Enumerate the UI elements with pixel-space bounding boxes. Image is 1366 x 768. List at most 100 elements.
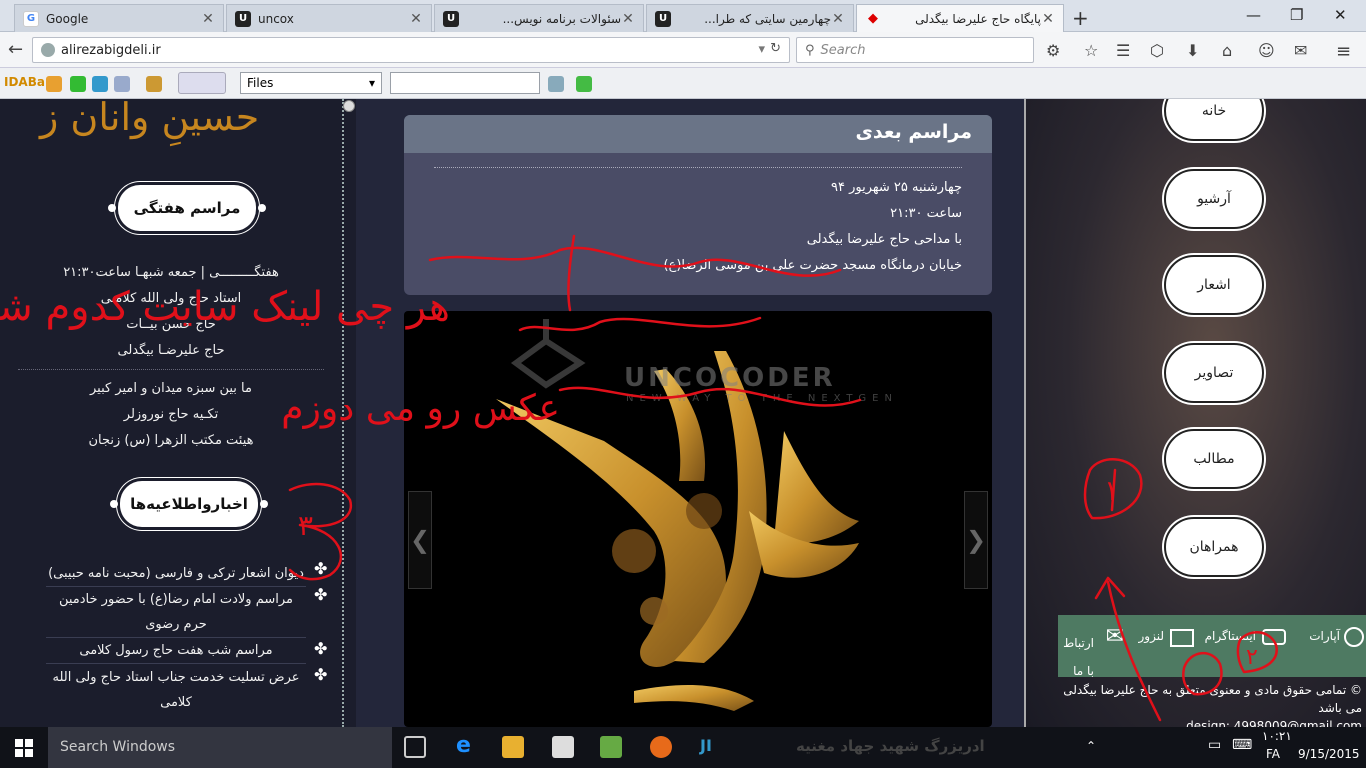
- windows-logo-icon: [15, 738, 33, 757]
- toolbar-search-input[interactable]: [390, 72, 540, 94]
- home-icon[interactable]: ⌂: [1222, 41, 1232, 60]
- hello-icon[interactable]: ☺: [1258, 41, 1275, 60]
- menu-item-home[interactable]: خانه: [1164, 99, 1264, 141]
- search-placeholder: Search: [820, 42, 866, 58]
- image-slider: UNCOCODER NEW WAY TO THE NEXTGEN ❮ ❯: [404, 311, 992, 727]
- tab-questions[interactable]: U سئوالات برنامه نویس... ✕: [434, 4, 644, 32]
- copyright-line: © تمامی حقوق مادی و معنوی متعلق به حاج ع…: [1063, 683, 1362, 715]
- tray-up-icon[interactable]: ⌃: [1086, 739, 1096, 753]
- restore-icon[interactable]: ❐: [1290, 6, 1303, 24]
- tab-title: Google: [46, 11, 89, 26]
- news-item[interactable]: دیوان اشعار ترکی و فارسی (محبت نامه حبیب…: [46, 561, 306, 587]
- social-aparat[interactable]: آپارات: [1309, 629, 1340, 643]
- event-date: چهارشنبه ۲۵ شهریور ۹۴: [831, 180, 962, 195]
- tab-google[interactable]: G Google ✕: [14, 4, 224, 32]
- time-text: ۱۰:۲۱: [1262, 729, 1292, 743]
- menu-item-images[interactable]: تصاویر: [1164, 343, 1264, 403]
- social-lenzor[interactable]: لنزور: [1139, 629, 1165, 643]
- tab-bigdeli[interactable]: ◆ پایگاه حاج علیرضا بیگدلی ✕: [856, 4, 1064, 32]
- venue-line: هیئت مکتب الزهرا (س) زنجان: [88, 433, 254, 448]
- reload-icon[interactable]: ↻: [770, 41, 781, 56]
- ji-app-icon[interactable]: JI: [700, 736, 722, 758]
- download-arrow-icon[interactable]: [576, 76, 592, 92]
- news-item[interactable]: مراسم شب هفت حاج رسول کلامی: [46, 638, 306, 664]
- close-icon[interactable]: ✕: [201, 11, 215, 27]
- tab-fourth-site[interactable]: U چهارمین سایتی که طرا... ✕: [646, 4, 854, 32]
- menu-item-archive[interactable]: آرشیو: [1164, 169, 1264, 229]
- add-icon[interactable]: [70, 76, 86, 92]
- task-view-icon[interactable]: [404, 736, 426, 758]
- search-go-icon[interactable]: [548, 76, 564, 92]
- hand-icon[interactable]: [178, 72, 226, 94]
- reading-list-icon[interactable]: ☰: [1116, 41, 1130, 60]
- venue-line: تکـیه حاج نوروزلر: [123, 407, 219, 422]
- social-contact[interactable]: ارتباط با ما: [1063, 629, 1094, 685]
- aparat-icon[interactable]: [1344, 627, 1364, 647]
- search-input[interactable]: ⚲ Search: [796, 37, 1034, 63]
- search-icon: ⚲: [805, 42, 815, 58]
- close-icon[interactable]: ✕: [409, 11, 423, 27]
- menu-item-articles[interactable]: مطالب: [1164, 429, 1264, 489]
- event-location: خیابان درمانگاه مسجد حضرت علی بن موسی ال…: [663, 258, 963, 273]
- keyboard-icon[interactable]: ⌨: [1232, 737, 1252, 753]
- menu-icon[interactable]: ≡: [1336, 41, 1351, 62]
- tab-uncox[interactable]: U uncox ✕: [226, 4, 432, 32]
- notification-icon[interactable]: ▭: [1208, 737, 1221, 753]
- venue-line: ما بین سبزه میدان و امیر کبیر: [90, 381, 252, 396]
- tool-icon[interactable]: [146, 76, 162, 92]
- dropdown-icon[interactable]: ▾: [758, 42, 765, 57]
- scroll-knob[interactable]: [343, 100, 355, 112]
- taskbar-search-input[interactable]: Search Windows: [48, 727, 392, 768]
- globe-tool-icon[interactable]: [92, 76, 108, 92]
- pocket-icon[interactable]: ⬡: [1150, 41, 1164, 60]
- weekly-line: حاج حسن بیــات: [126, 317, 216, 332]
- date-text[interactable]: 9/15/2015: [1298, 747, 1360, 761]
- weekly-line: حاج علیرضـا بیگدلی: [117, 343, 225, 358]
- start-button[interactable]: [0, 727, 48, 768]
- mail-icon[interactable]: ✉: [1294, 41, 1307, 60]
- dotted-border: [342, 99, 356, 727]
- lang-indicator[interactable]: FA: [1266, 747, 1280, 761]
- close-icon[interactable]: ✕: [1041, 11, 1055, 27]
- new-tab-icon[interactable]: +: [1072, 6, 1089, 30]
- diamond-icon: ◆: [868, 11, 878, 26]
- page-content: حسینِ وانان ز مراسم هفتگی هفتگـــــــــی…: [0, 99, 1366, 727]
- idabar-logo[interactable]: IDABar: [4, 75, 51, 89]
- menu-item-poems[interactable]: اشعار: [1164, 255, 1264, 315]
- event-title: مراسم بعدی: [404, 115, 992, 153]
- file-explorer-icon[interactable]: [502, 736, 524, 758]
- watermark-text: UNCOCODER: [624, 363, 836, 393]
- social-instagram[interactable]: اینستاگرام: [1205, 629, 1256, 643]
- menu-item-companions[interactable]: همراهان: [1164, 517, 1264, 577]
- store-icon[interactable]: [552, 736, 574, 758]
- tab-title: سئوالات برنامه نویس...: [502, 11, 621, 26]
- bookmark-star-icon[interactable]: ☆: [1084, 41, 1098, 60]
- chart-app-icon[interactable]: [600, 736, 622, 758]
- slider-next-button[interactable]: ❯: [964, 491, 988, 589]
- minimize-icon[interactable]: —: [1246, 6, 1261, 24]
- back-icon[interactable]: ←: [8, 39, 23, 60]
- chat-icon[interactable]: [46, 76, 62, 92]
- edge-icon[interactable]: e: [456, 735, 478, 758]
- globe-icon: [41, 43, 55, 57]
- slider-prev-button[interactable]: ❮: [408, 491, 432, 589]
- instagram-icon[interactable]: [1262, 629, 1286, 645]
- download-icon[interactable]: ⬇: [1186, 41, 1199, 60]
- news-item[interactable]: مراسم ولادت امام رضا(ع) با حضور خادمین ح…: [46, 587, 306, 638]
- window-close-icon[interactable]: ✕: [1334, 6, 1347, 24]
- flower-bullet-icon: ✤: [314, 559, 328, 578]
- people-icon[interactable]: [114, 76, 130, 92]
- close-icon[interactable]: ✕: [831, 11, 845, 27]
- image-icon[interactable]: [1170, 629, 1194, 647]
- news-item[interactable]: عرض تسلیت خدمت جناب استاد حاج ولی الله ک…: [46, 665, 306, 715]
- site-logo[interactable]: حسینِ وانان ز: [40, 99, 320, 141]
- envelope-icon[interactable]: ✉: [1106, 626, 1124, 648]
- close-icon[interactable]: ✕: [621, 11, 635, 27]
- copyright-text: © تمامی حقوق مادی و معنوی متعلق به حاج ع…: [1062, 681, 1362, 727]
- firefox-icon[interactable]: [650, 736, 672, 758]
- extension-icon[interactable]: ⚙: [1046, 41, 1060, 60]
- files-dropdown[interactable]: Files ▾: [240, 72, 382, 94]
- url-bar[interactable]: alirezabigdeli.ir ▾ ↻: [32, 37, 790, 63]
- event-time: ساعت ۲۱:۳۰: [890, 206, 962, 221]
- windows-taskbar: Search Windows e JI ادریزرگ شهید جهاد مغ…: [0, 727, 1366, 768]
